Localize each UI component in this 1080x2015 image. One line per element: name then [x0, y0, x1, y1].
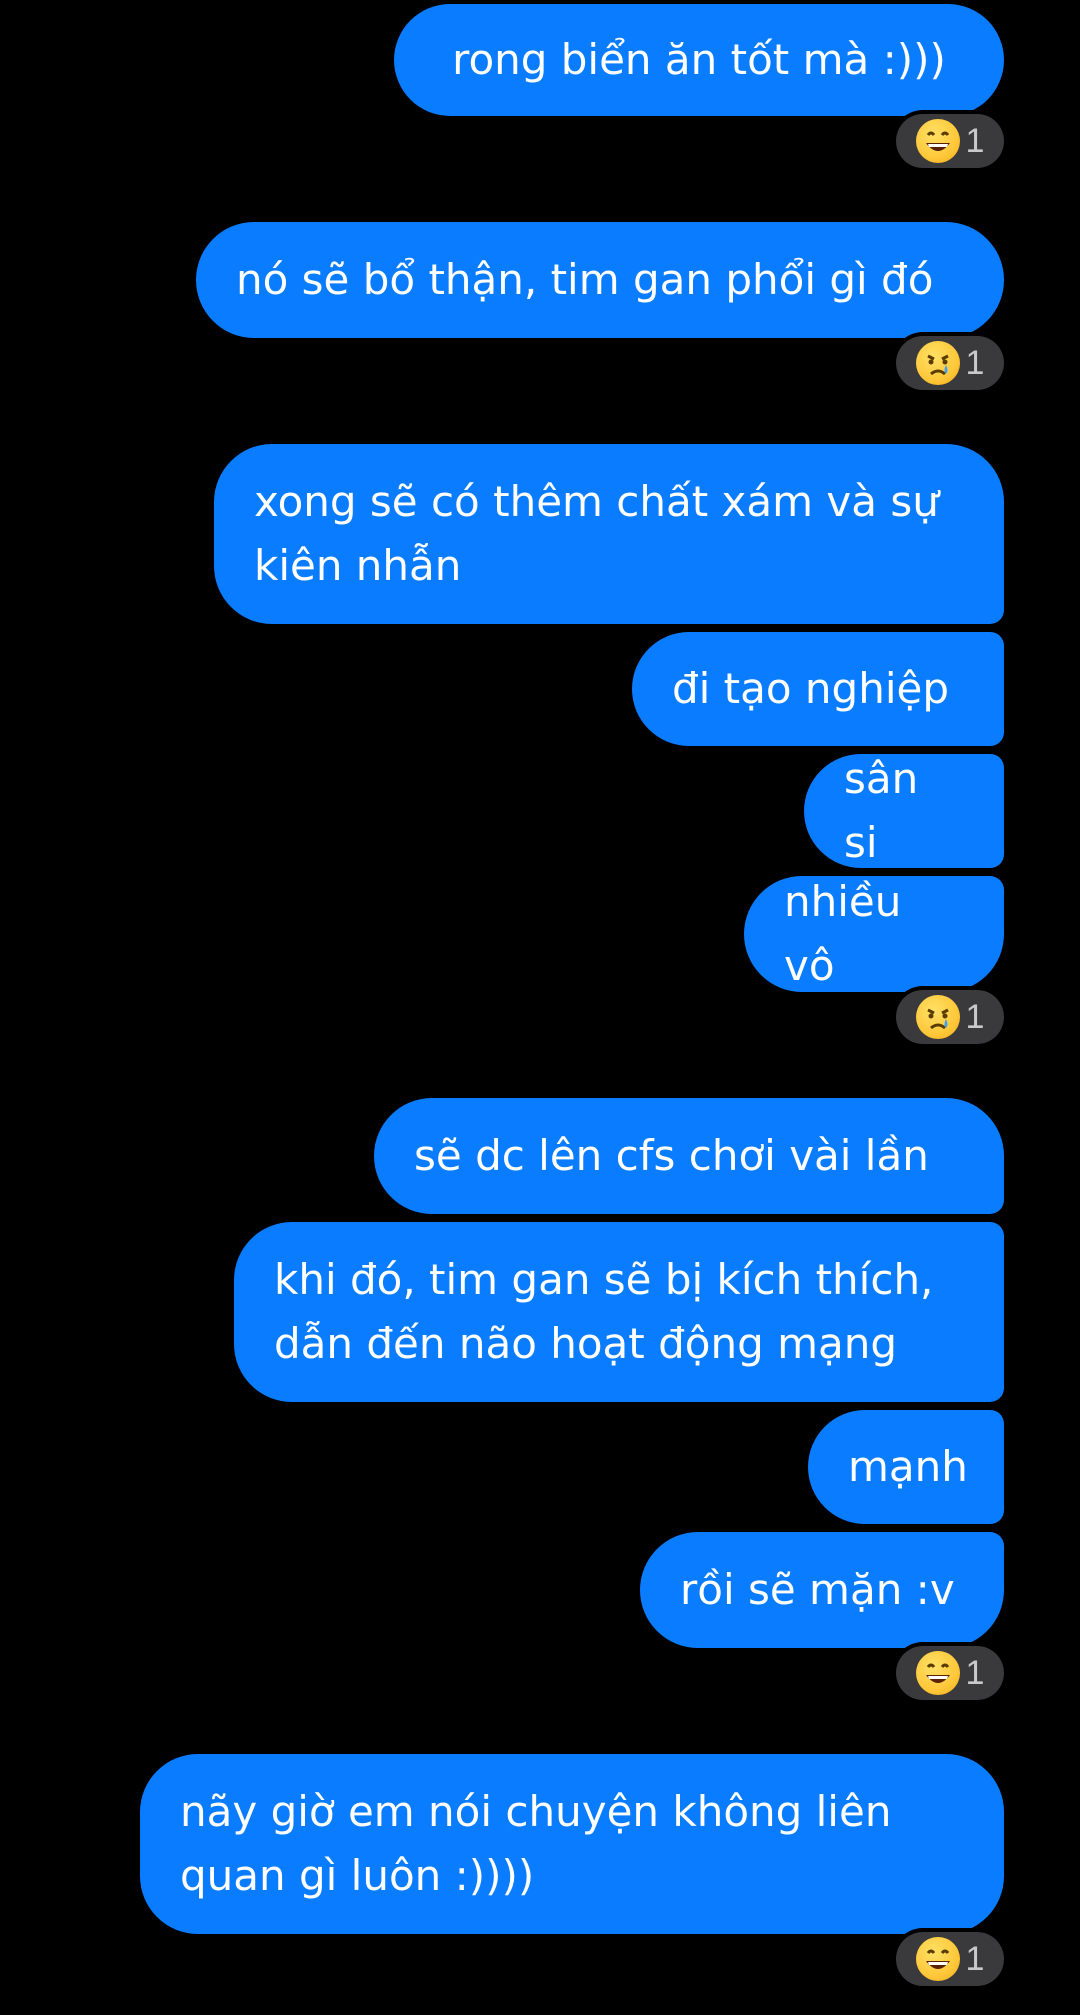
reaction-badge[interactable]: 1 [896, 1932, 1004, 1986]
message-text: nó sẽ bổ thận, tim gan phổi gì đó [236, 255, 934, 304]
reaction-count: 1 [965, 122, 985, 160]
message-text: đi tạo nghiệp [672, 664, 949, 713]
message-text: sân si [844, 754, 932, 867]
reaction-count: 1 [965, 344, 985, 382]
reaction-badge[interactable]: 1 [896, 1646, 1004, 1700]
message-text: mạnh [848, 1442, 968, 1491]
grinning-face-icon [915, 119, 960, 163]
grinning-face-icon [915, 1651, 960, 1695]
grinning-face-icon [915, 1937, 960, 1981]
message-bubble[interactable]: sẽ dc lên cfs chơi vài lần [374, 1098, 1004, 1214]
message-bubble[interactable]: đi tạo nghiệp [632, 632, 1004, 746]
message-bubble[interactable]: mạnh [808, 1410, 1004, 1524]
reaction-badge[interactable]: 1 [896, 990, 1004, 1044]
reaction-count: 1 [965, 1654, 985, 1692]
message-bubble[interactable]: nhiều vô [744, 876, 1004, 992]
message-text: sẽ dc lên cfs chơi vài lần [414, 1131, 929, 1180]
message-text: khi đó, tim gan sẽ bị kích thích, dẫn đế… [274, 1255, 947, 1368]
message-bubble[interactable]: nó sẽ bổ thận, tim gan phổi gì đó [196, 222, 1004, 338]
message-bubble[interactable]: xong sẽ có thêm chất xám và sự kiên nhẫn [214, 444, 1004, 624]
message-bubble[interactable]: sân si [804, 754, 1004, 868]
message-bubble[interactable]: rồi sẽ mặn :v [640, 1532, 1004, 1648]
crying-face-icon [915, 995, 960, 1039]
message-text: nhiều vô [784, 877, 915, 990]
reaction-count: 1 [965, 1940, 985, 1978]
crying-face-icon [915, 341, 960, 385]
reaction-badge[interactable]: 1 [896, 336, 1004, 390]
message-text: xong sẽ có thêm chất xám và sự kiên nhẫn [254, 477, 953, 590]
message-text: rong biển ăn tốt mà :))) [452, 35, 946, 84]
message-bubble[interactable]: nãy giờ em nói chuyện không liên quan gì… [140, 1754, 1004, 1934]
message-bubble[interactable]: khi đó, tim gan sẽ bị kích thích, dẫn đế… [234, 1222, 1004, 1402]
message-bubble[interactable]: rong biển ăn tốt mà :))) [394, 4, 1004, 116]
message-text: rồi sẽ mặn :v [680, 1565, 955, 1614]
reaction-count: 1 [965, 998, 985, 1036]
reaction-badge[interactable]: 1 [896, 114, 1004, 168]
message-text: nãy giờ em nói chuyện không liên quan gì… [180, 1787, 905, 1900]
